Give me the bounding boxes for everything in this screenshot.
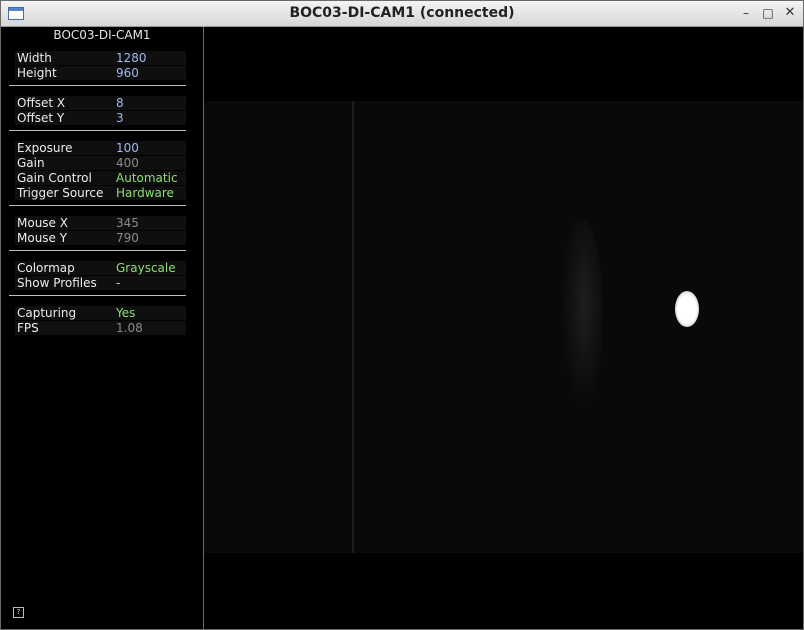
property-label: FPS bbox=[17, 321, 39, 335]
property-label: Exposure bbox=[17, 141, 73, 155]
property-row[interactable]: Exposure 100 bbox=[15, 141, 186, 155]
property-label: Height bbox=[17, 66, 57, 80]
property-label: Offset X bbox=[17, 96, 66, 110]
property-row[interactable]: Mouse X 345 bbox=[15, 216, 186, 230]
property-value[interactable]: Yes bbox=[116, 306, 135, 320]
property-row[interactable]: Gain Control Automatic bbox=[15, 171, 186, 185]
property-value[interactable]: 8 bbox=[116, 96, 124, 110]
property-label: Capturing bbox=[17, 306, 77, 320]
property-row[interactable]: Height 960 bbox=[15, 66, 186, 80]
property-row[interactable]: Offset X 8 bbox=[15, 96, 186, 110]
property-row[interactable]: Trigger Source Hardware bbox=[15, 186, 186, 200]
property-value[interactable]: 960 bbox=[116, 66, 139, 80]
property-value[interactable]: 400 bbox=[116, 156, 139, 170]
property-row[interactable]: Show Profiles - bbox=[15, 276, 186, 290]
property-value[interactable]: 100 bbox=[116, 141, 139, 155]
window-title: BOC03-DI-CAM1 (connected) bbox=[289, 5, 515, 21]
bright-beam-spot bbox=[675, 291, 699, 327]
property-row[interactable]: FPS 1.08 bbox=[15, 321, 186, 335]
property-value[interactable]: Hardware bbox=[116, 186, 174, 200]
help-icon[interactable]: ? bbox=[13, 607, 24, 618]
property-label: Gain Control bbox=[17, 171, 92, 185]
property-label: Mouse X bbox=[17, 216, 68, 230]
properties-sidebar: BOC03-DI-CAM1 Width 1280 Height 960 Offset X… bbox=[1, 27, 204, 629]
group-separator bbox=[9, 295, 186, 296]
property-value[interactable]: Automatic bbox=[116, 171, 178, 185]
property-row[interactable]: Colormap Grayscale bbox=[15, 261, 186, 275]
property-value[interactable]: 1280 bbox=[116, 51, 147, 65]
group-separator bbox=[9, 205, 186, 206]
group-separator bbox=[9, 85, 186, 86]
maximize-button[interactable]: □ bbox=[761, 6, 775, 20]
property-label: Mouse Y bbox=[17, 231, 68, 245]
camera-name: BOC03-DI-CAM1 bbox=[53, 28, 151, 42]
faint-beam-halo bbox=[561, 219, 603, 409]
property-row[interactable]: Width 1280 bbox=[15, 51, 186, 65]
title-bar[interactable]: BOC03-DI-CAM1 (connected) – □ ✕ bbox=[1, 1, 803, 27]
property-row[interactable]: Gain 400 bbox=[15, 156, 186, 170]
property-label: Offset Y bbox=[17, 111, 65, 125]
property-label: Colormap bbox=[17, 261, 75, 275]
property-row[interactable]: Mouse Y 790 bbox=[15, 231, 186, 245]
property-value[interactable]: 1.08 bbox=[116, 321, 143, 335]
property-value[interactable]: - bbox=[116, 276, 120, 290]
close-button[interactable]: ✕ bbox=[783, 6, 797, 20]
property-row[interactable]: Capturing Yes bbox=[15, 306, 186, 320]
property-value[interactable]: 345 bbox=[116, 216, 139, 230]
property-label: Gain bbox=[17, 156, 45, 170]
camera-frame bbox=[204, 101, 803, 553]
property-row[interactable]: Offset Y 3 bbox=[15, 111, 186, 125]
group-separator bbox=[9, 130, 186, 131]
minimize-button[interactable]: – bbox=[739, 6, 753, 20]
property-value[interactable]: Grayscale bbox=[116, 261, 176, 275]
camera-image-view[interactable] bbox=[204, 27, 803, 629]
property-value[interactable]: 790 bbox=[116, 231, 139, 245]
group-separator bbox=[9, 250, 186, 251]
property-label: Trigger Source bbox=[17, 186, 104, 200]
camera-window: BOC03-DI-CAM1 (connected) – □ ✕ BOC03-DI… bbox=[0, 0, 804, 630]
sensor-streak bbox=[352, 101, 354, 553]
property-label: Width bbox=[17, 51, 52, 65]
property-value[interactable]: 3 bbox=[116, 111, 124, 125]
property-label: Show Profiles bbox=[17, 276, 97, 290]
